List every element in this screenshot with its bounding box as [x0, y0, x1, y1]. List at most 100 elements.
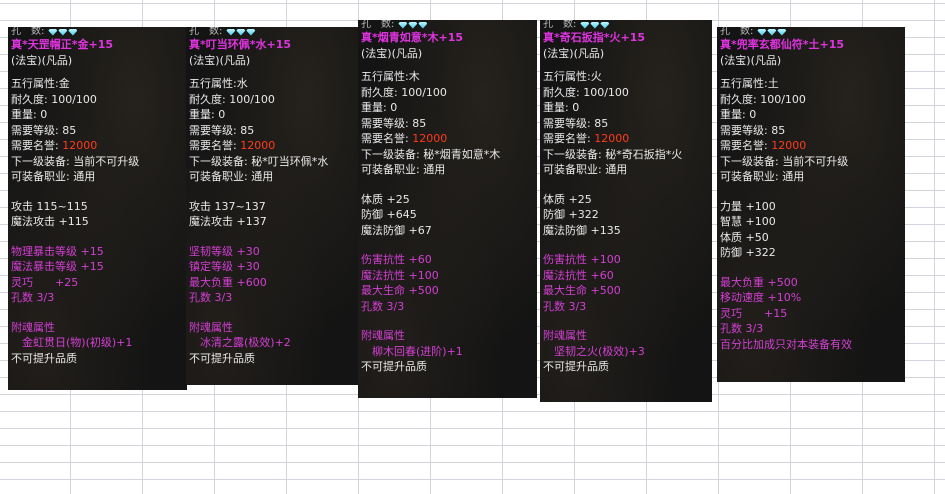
item-title: 真*兜率玄都仙符*土+15 [720, 38, 845, 51]
required-level: 需要等级: 85 [11, 123, 77, 137]
socket-row: 孔 数: [361, 20, 537, 30]
equip-class: 可装备职业: 通用 [189, 170, 274, 183]
equip-class: 可装备职业: 通用 [361, 163, 446, 176]
durability: 耐久度: 100/100 [11, 92, 97, 106]
attr-line: 魔法抗性 +100 [361, 268, 439, 282]
soul-attr: 金虹贯日(物)(初级)+1 [11, 336, 133, 349]
quality-note: 不可提升品质 [543, 360, 609, 373]
item-title: 真*叮当环佩*水+15 [189, 38, 292, 51]
stat-line: 攻击 137~137 [189, 199, 266, 213]
socket-count: 孔数 3/3 [11, 291, 55, 304]
stat-line: 魔法攻击 +137 [189, 215, 267, 228]
item-type: (法宝)(凡品) [720, 53, 782, 67]
weight: 重量: 0 [361, 101, 398, 114]
stat-line: 体质 +25 [361, 192, 410, 206]
item-title: 真*奇石扳指*火+15 [543, 31, 646, 44]
stat-line: 体质 +50 [720, 230, 769, 244]
item-tooltip-2: 孔 数: 真*叮当环佩*水+15 (法宝)(凡品) 五行属性:水 耐久度: 10… [186, 27, 358, 385]
attr-line: 坚韧等级 +30 [189, 244, 260, 258]
element: 五行属性:木 [361, 70, 420, 83]
quality-note: 不可提升品质 [189, 351, 255, 365]
item-title: 真*天罡帽正*金+15 [11, 38, 114, 51]
next-level-equipment: 下一级装备: 秘*烟青如意*木 [361, 147, 501, 161]
weight: 重量: 0 [11, 108, 48, 121]
item-type: (法宝)(凡品) [543, 46, 605, 60]
equip-class: 可装备职业: 通用 [11, 170, 96, 183]
stat-line: 魔法攻击 +115 [11, 215, 89, 228]
attr-line: 最大生命 +500 [361, 284, 439, 297]
stat-line: 体质 +25 [543, 192, 592, 206]
item-type: (法宝)(凡品) [189, 53, 251, 67]
element: 五行属性:金 [11, 77, 70, 90]
soul-title: 附魂属性 [189, 320, 233, 334]
required-reputation: 需要名誉: 12000 [11, 139, 98, 152]
attr-line: 灵巧 +25 [11, 275, 79, 289]
soul-attr: 冰清之露(极效)+2 [189, 336, 291, 349]
soul-title: 附魂属性 [543, 329, 587, 342]
socket-row: 孔 数: [11, 27, 187, 37]
required-reputation: 需要名誉: 12000 [720, 139, 807, 152]
item-tooltip-1: 孔 数: 真*天罡帽正*金+15 (法宝)(凡品) 五行属性:金 耐久度: 10… [8, 27, 187, 390]
durability: 耐久度: 100/100 [720, 92, 806, 106]
next-level-equipment: 下一级装备: 当前不可升级 [11, 154, 140, 168]
attr-line: 魔法抗性 +60 [543, 268, 614, 282]
gem-icons [226, 28, 256, 36]
stat-line: 力量 +100 [720, 199, 776, 213]
attr-line: 魔法暴击等级 +15 [11, 260, 104, 273]
gem-icons [580, 21, 610, 29]
quality-note: 不可提升品质 [11, 351, 77, 365]
item-tooltip-4: 孔 数: 真*奇石扳指*火+15 (法宝)(凡品) 五行属性:火 耐久度: 10… [540, 20, 712, 402]
socket-row: 孔 数: [543, 20, 712, 30]
item-tooltip-5: 孔 数: 真*兜率玄都仙符*土+15 (法宝)(凡品) 五行属性:土 耐久度: … [717, 27, 905, 382]
required-reputation: 需要名誉: 12000 [189, 139, 276, 152]
required-level: 需要等级: 85 [543, 116, 609, 130]
socket-count: 孔数 3/3 [189, 291, 233, 304]
attr-line: 移动速度 +10% [720, 291, 802, 304]
element: 五行属性:火 [543, 70, 602, 83]
attr-line: 伤害抗性 +60 [361, 253, 432, 266]
weight: 重量: 0 [189, 108, 226, 121]
durability: 耐久度: 100/100 [361, 85, 447, 99]
stat-line: 魔法防御 +135 [543, 223, 621, 237]
item-type: (法宝)(凡品) [11, 53, 73, 67]
attr-line: 最大生命 +500 [543, 284, 621, 297]
next-level-equipment: 下一级装备: 秘*奇石扳指*火 [543, 147, 683, 161]
socket-row: 孔 数: [189, 27, 358, 37]
required-reputation: 需要名誉: 12000 [543, 132, 630, 145]
attr-line: 最大负重 +500 [720, 275, 798, 289]
attr-line: 最大负重 +600 [189, 275, 267, 289]
equip-class: 可装备职业: 通用 [720, 170, 805, 183]
socket-row: 孔 数: [720, 27, 905, 37]
weight: 重量: 0 [720, 108, 757, 121]
element: 五行属性:水 [189, 77, 248, 90]
attr-line: 灵巧 +15 [720, 306, 788, 320]
required-level: 需要等级: 85 [361, 116, 427, 130]
item-tooltip-3: 孔 数: 真*烟青如意*木+15 (法宝)(凡品) 五行属性:木 耐久度: 10… [358, 20, 537, 398]
soul-attr: 坚韧之火(极效)+3 [543, 344, 645, 358]
attr-line: 物理暴击等级 +15 [11, 244, 104, 258]
socket-count: 孔数 3/3 [720, 322, 764, 335]
durability: 耐久度: 100/100 [543, 85, 629, 99]
item-type: (法宝)(凡品) [361, 46, 423, 60]
bonus-note: 百分比加成只对本装备有效 [720, 337, 852, 351]
stat-line: 防御 +645 [361, 208, 417, 221]
stat-line: 魔法防御 +67 [361, 223, 432, 237]
soul-title: 附魂属性 [11, 320, 55, 334]
next-level-equipment: 下一级装备: 当前不可升级 [720, 154, 849, 168]
gem-icons [757, 28, 787, 36]
gem-icons [398, 21, 428, 29]
required-level: 需要等级: 85 [720, 123, 786, 137]
attr-line: 伤害抗性 +100 [543, 253, 621, 266]
element: 五行属性:土 [720, 77, 779, 90]
stat-line: 防御 +322 [720, 246, 776, 259]
attr-line: 镇定等级 +30 [189, 260, 260, 273]
required-reputation: 需要名誉: 12000 [361, 132, 448, 145]
stat-line: 攻击 115~115 [11, 199, 88, 213]
item-title: 真*烟青如意*木+15 [361, 31, 464, 44]
required-level: 需要等级: 85 [189, 123, 255, 137]
stat-line: 防御 +322 [543, 208, 599, 221]
next-level-equipment: 下一级装备: 秘*叮当环佩*水 [189, 154, 329, 168]
socket-count: 孔数 3/3 [543, 299, 587, 313]
quality-note: 不可提升品质 [361, 360, 427, 373]
soul-attr: 柳木回春(进阶)+1 [361, 344, 463, 358]
